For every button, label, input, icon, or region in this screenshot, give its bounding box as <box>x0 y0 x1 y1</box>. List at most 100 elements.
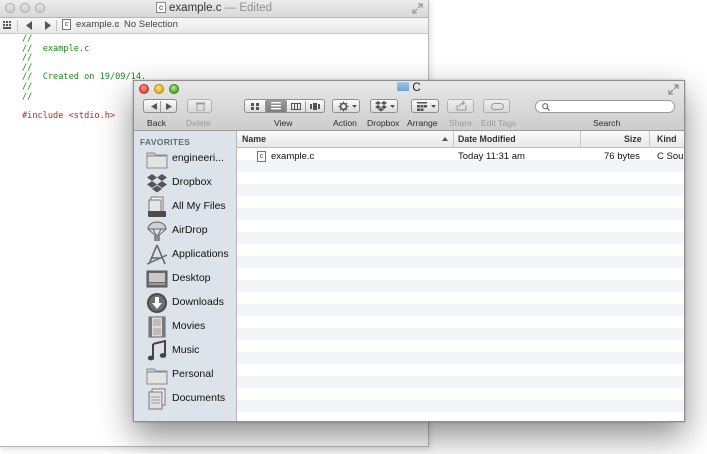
search-icon <box>542 103 550 111</box>
editor-titlebar: c example.c — Edited <box>0 0 428 18</box>
code-line: // <box>22 53 33 64</box>
applications-icon <box>146 244 168 265</box>
fullscreen-icon[interactable] <box>668 84 679 95</box>
row-kind: C Sou <box>657 151 684 162</box>
editor-window-title: c example.c — Edited <box>0 2 428 14</box>
finder-window: C Back Delete View Action Dropbox Arrang… <box>133 80 685 422</box>
arrange-button[interactable] <box>411 99 439 113</box>
c-file-icon: c <box>156 2 167 14</box>
action-button[interactable] <box>332 99 360 113</box>
arrange-grid-icon <box>417 102 427 111</box>
related-items-grid-icon[interactable] <box>3 21 13 30</box>
search-label: Search <box>593 118 621 128</box>
sidebar-item-label: Documents <box>172 392 226 404</box>
sidebar-item-downloads[interactable]: Downloads <box>134 291 236 315</box>
finder-window-title: C <box>134 82 684 94</box>
row-size: 76 bytes <box>604 151 640 162</box>
list-view-selected[interactable] <box>266 100 286 112</box>
code-line: // example.c <box>22 43 90 54</box>
back-arrow-icon[interactable] <box>26 21 33 30</box>
dropbox-button[interactable] <box>370 99 398 113</box>
sidebar-item-music[interactable]: Music <box>134 339 236 363</box>
sidebar-item-documents[interactable]: Documents <box>134 387 236 411</box>
sidebar-item-label: Dropbox <box>172 176 212 188</box>
divider <box>160 101 161 112</box>
c-file-icon: c <box>257 151 266 162</box>
jumpbar-file[interactable]: example.c <box>76 19 119 30</box>
sidebar-item-label: engineeri... <box>172 152 224 164</box>
row-name: example.c <box>271 151 315 162</box>
divider <box>580 131 581 147</box>
sidebar-item-engineering[interactable]: engineeri... <box>134 147 236 171</box>
view-segmented-control[interactable] <box>244 99 325 113</box>
action-label: Action <box>333 118 357 128</box>
file-list: c example.c Today 11:31 am 76 bytes C So… <box>237 148 684 421</box>
divider <box>453 131 454 147</box>
dropbox-icon <box>375 101 387 112</box>
sidebar-item-desktop[interactable]: Desktop <box>134 267 236 291</box>
table-row[interactable]: c example.c Today 11:31 am 76 bytes C So… <box>237 151 684 163</box>
column-header-date[interactable]: Date Modified <box>458 134 516 144</box>
sort-ascending-icon <box>442 137 448 141</box>
back-arrow-icon[interactable] <box>151 103 157 110</box>
finder-toolbar: C Back Delete View Action Dropbox Arrang… <box>134 81 684 131</box>
sidebar-item-label: All My Files <box>172 200 226 212</box>
divider <box>286 101 287 112</box>
back-forward-control[interactable] <box>143 99 177 113</box>
delete-label: Delete <box>186 118 211 128</box>
share-button[interactable] <box>447 99 474 113</box>
forward-arrow-icon[interactable] <box>44 21 51 30</box>
jumpbar-selection[interactable]: No Selection <box>124 19 178 30</box>
downloads-icon <box>147 293 167 313</box>
code-line: // <box>22 91 33 102</box>
column-header-size[interactable]: Size <box>624 134 642 144</box>
sidebar-item-movies[interactable]: Movies <box>134 315 236 339</box>
documents-icon <box>148 388 166 410</box>
column-header-kind[interactable]: Kind <box>657 134 677 144</box>
folder-icon <box>397 82 410 92</box>
divider <box>17 20 18 31</box>
edit-tags-button[interactable] <box>483 99 510 113</box>
forward-arrow-icon[interactable] <box>166 103 172 110</box>
folder-icon <box>146 152 168 169</box>
column-header-name[interactable]: Name <box>242 134 266 144</box>
all-my-files-icon <box>148 196 166 217</box>
chevron-down-icon <box>390 105 395 108</box>
code-editor[interactable]: // // example.c // // // Created on 19/0… <box>22 34 146 121</box>
sidebar-item-label: Downloads <box>172 296 224 308</box>
divider <box>56 20 57 31</box>
finder-sidebar: FAVORITES engineeri... Dropbox All My Fi… <box>134 131 237 421</box>
search-input[interactable] <box>535 100 675 113</box>
gear-icon <box>338 101 349 112</box>
divider <box>649 131 650 147</box>
icon-view-icon[interactable] <box>251 103 260 110</box>
code-line: #include <stdio.h> <box>22 110 116 121</box>
sidebar-item-airdrop[interactable]: AirDrop <box>134 219 236 243</box>
sidebar-item-label: Desktop <box>172 272 211 284</box>
coverflow-view-icon[interactable] <box>310 103 320 110</box>
divider <box>305 101 306 112</box>
chevron-down-icon <box>431 105 436 108</box>
sidebar-item-applications[interactable]: Applications <box>134 243 236 267</box>
sidebar-item-dropbox[interactable]: Dropbox <box>134 171 236 195</box>
delete-button[interactable] <box>187 99 212 113</box>
dropbox-label: Dropbox <box>367 118 400 128</box>
sidebar-item-label: AirDrop <box>172 224 208 236</box>
c-file-icon: c <box>62 19 71 30</box>
editor-title-filename: example.c <box>169 2 222 14</box>
tag-icon <box>491 103 504 110</box>
list-header: Name Date Modified Size Kind <box>237 131 684 148</box>
sidebar-item-personal[interactable]: Personal <box>134 363 236 387</box>
finder-title-text: C <box>412 82 421 94</box>
list-view-icon <box>271 102 281 110</box>
column-view-icon[interactable] <box>291 103 301 110</box>
sidebar-item-all-my-files[interactable]: All My Files <box>134 195 236 219</box>
airdrop-icon <box>147 221 167 241</box>
trash-icon <box>196 102 205 111</box>
movies-icon <box>148 316 166 338</box>
music-icon <box>147 340 167 361</box>
fullscreen-icon[interactable] <box>412 3 423 14</box>
dropbox-icon <box>147 174 167 193</box>
code-line: // <box>22 81 33 92</box>
share-label: Share <box>449 118 472 128</box>
